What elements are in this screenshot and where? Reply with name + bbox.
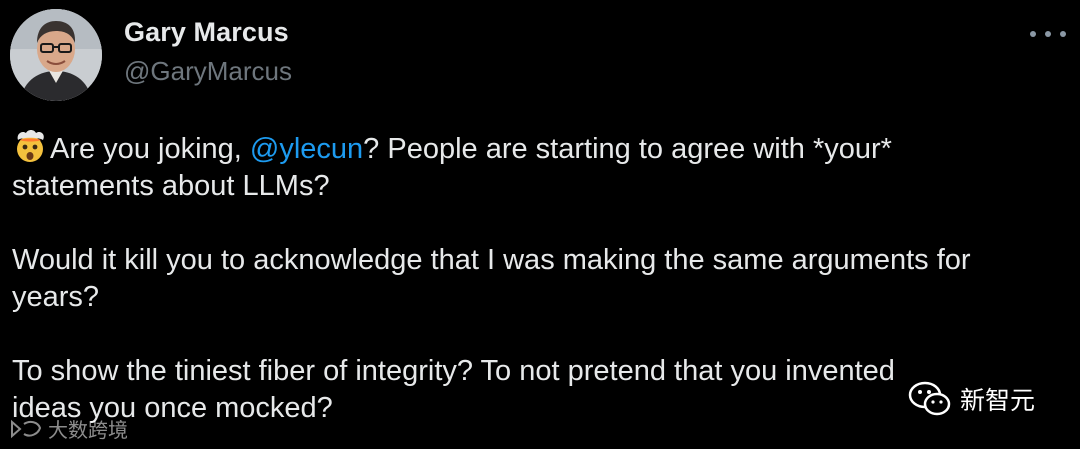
profile-photo-icon bbox=[10, 9, 102, 101]
tweet-text-segment: ? People are starting to agree with *you… bbox=[363, 133, 892, 165]
tweet-text-segment: Are you joking, bbox=[50, 133, 250, 165]
tweet-line: Would it kill you to acknowledge that I … bbox=[12, 244, 971, 276]
watermark-dashu: 大数跨境 bbox=[8, 414, 128, 443]
tweet-paragraph: Are you joking, @ylecun? People are star… bbox=[12, 128, 1074, 205]
tweet-line: statements about LLMs? bbox=[12, 170, 330, 202]
avatar[interactable] bbox=[10, 9, 102, 101]
watermark-text: 大数跨境 bbox=[48, 420, 128, 442]
watermark-text: 新智元 bbox=[960, 387, 1036, 415]
tweet-line: years? bbox=[12, 281, 100, 313]
mention-link[interactable]: @ylecun bbox=[250, 133, 363, 165]
wechat-icon bbox=[908, 381, 951, 416]
author-handle[interactable]: @GaryMarcus bbox=[124, 56, 292, 87]
more-dots-icon[interactable] bbox=[1030, 24, 1066, 44]
watermark-xinzhiyuan: 新智元 bbox=[908, 380, 1035, 418]
tweet-card: Gary Marcus @GaryMarcus Are you joking, … bbox=[0, 0, 1080, 449]
tweet-paragraph: Would it kill you to acknowledge that I … bbox=[12, 242, 1074, 316]
author-display-name[interactable]: Gary Marcus bbox=[124, 17, 289, 48]
brand-logo-icon bbox=[11, 419, 42, 438]
tweet-line: Are you joking, @ylecun? People are star… bbox=[12, 128, 1074, 168]
exploding-head-emoji-icon bbox=[17, 130, 44, 162]
